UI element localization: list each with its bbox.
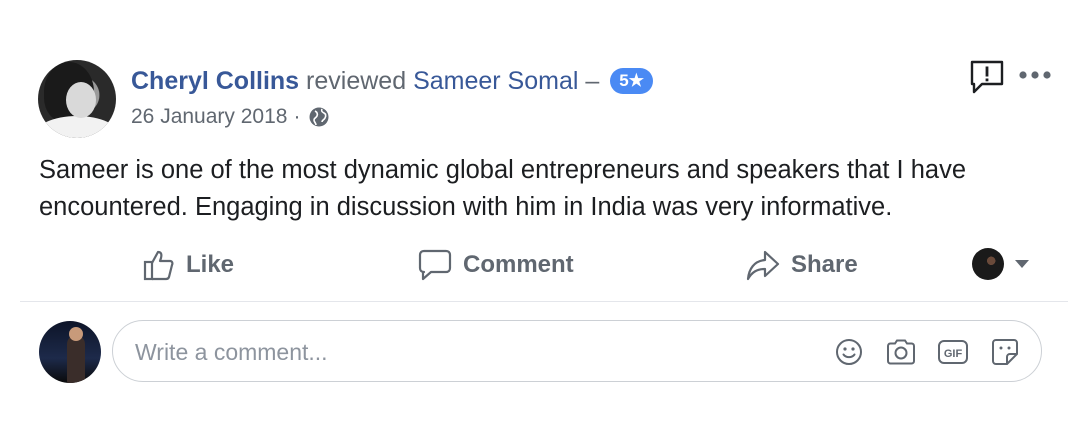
rating-badge: 5★ <box>610 68 653 94</box>
review-text: Sameer is one of the most dynamic global… <box>39 156 967 221</box>
globe-icon[interactable] <box>308 106 330 128</box>
thumbs-up-icon <box>143 250 174 281</box>
like-button[interactable]: Like <box>142 242 234 288</box>
reviewed-page-link[interactable]: Sameer Somal <box>413 67 578 95</box>
meta-dot: · <box>293 105 301 128</box>
chevron-down-icon <box>1015 260 1029 268</box>
post-date-link[interactable]: 26 January 2018 <box>131 104 287 130</box>
svg-text:GIF: GIF <box>944 348 963 360</box>
more-icon[interactable] <box>1018 66 1052 84</box>
share-label: Share <box>791 251 858 278</box>
current-user-mini-avatar <box>972 248 1004 280</box>
current-user-avatar[interactable] <box>39 321 101 383</box>
author-avatar[interactable] <box>38 60 116 138</box>
comment-composer: GIF <box>112 320 1042 383</box>
share-button[interactable]: Share <box>745 242 858 288</box>
comment-input[interactable] <box>133 321 817 383</box>
emoji-icon[interactable] <box>833 336 865 368</box>
report-icon[interactable] <box>968 58 1006 96</box>
divider <box>20 301 1068 302</box>
comment-label: Comment <box>463 251 574 278</box>
comment-bubble-icon <box>418 249 452 281</box>
comment-button[interactable]: Comment <box>417 242 574 288</box>
post-as-selector[interactable] <box>972 248 1030 280</box>
like-label: Like <box>186 251 235 278</box>
author-name-link[interactable]: Cheryl Collins <box>131 67 299 95</box>
share-arrow-icon <box>746 250 780 281</box>
post-actions: Like Comment Share <box>20 242 1068 288</box>
comment-tools: GIF <box>833 335 1021 369</box>
sticker-icon[interactable] <box>989 336 1021 368</box>
camera-icon[interactable] <box>885 336 917 368</box>
post-meta: 26 January 2018 · <box>131 104 330 130</box>
post-title-line: Cheryl Collins reviewed Sameer Somal – 5… <box>131 66 653 96</box>
gif-icon[interactable]: GIF <box>937 336 969 368</box>
post-header: Cheryl Collins reviewed Sameer Somal – 5… <box>38 60 1068 140</box>
verb-text: reviewed <box>306 67 407 95</box>
separator-text: – <box>585 67 600 95</box>
